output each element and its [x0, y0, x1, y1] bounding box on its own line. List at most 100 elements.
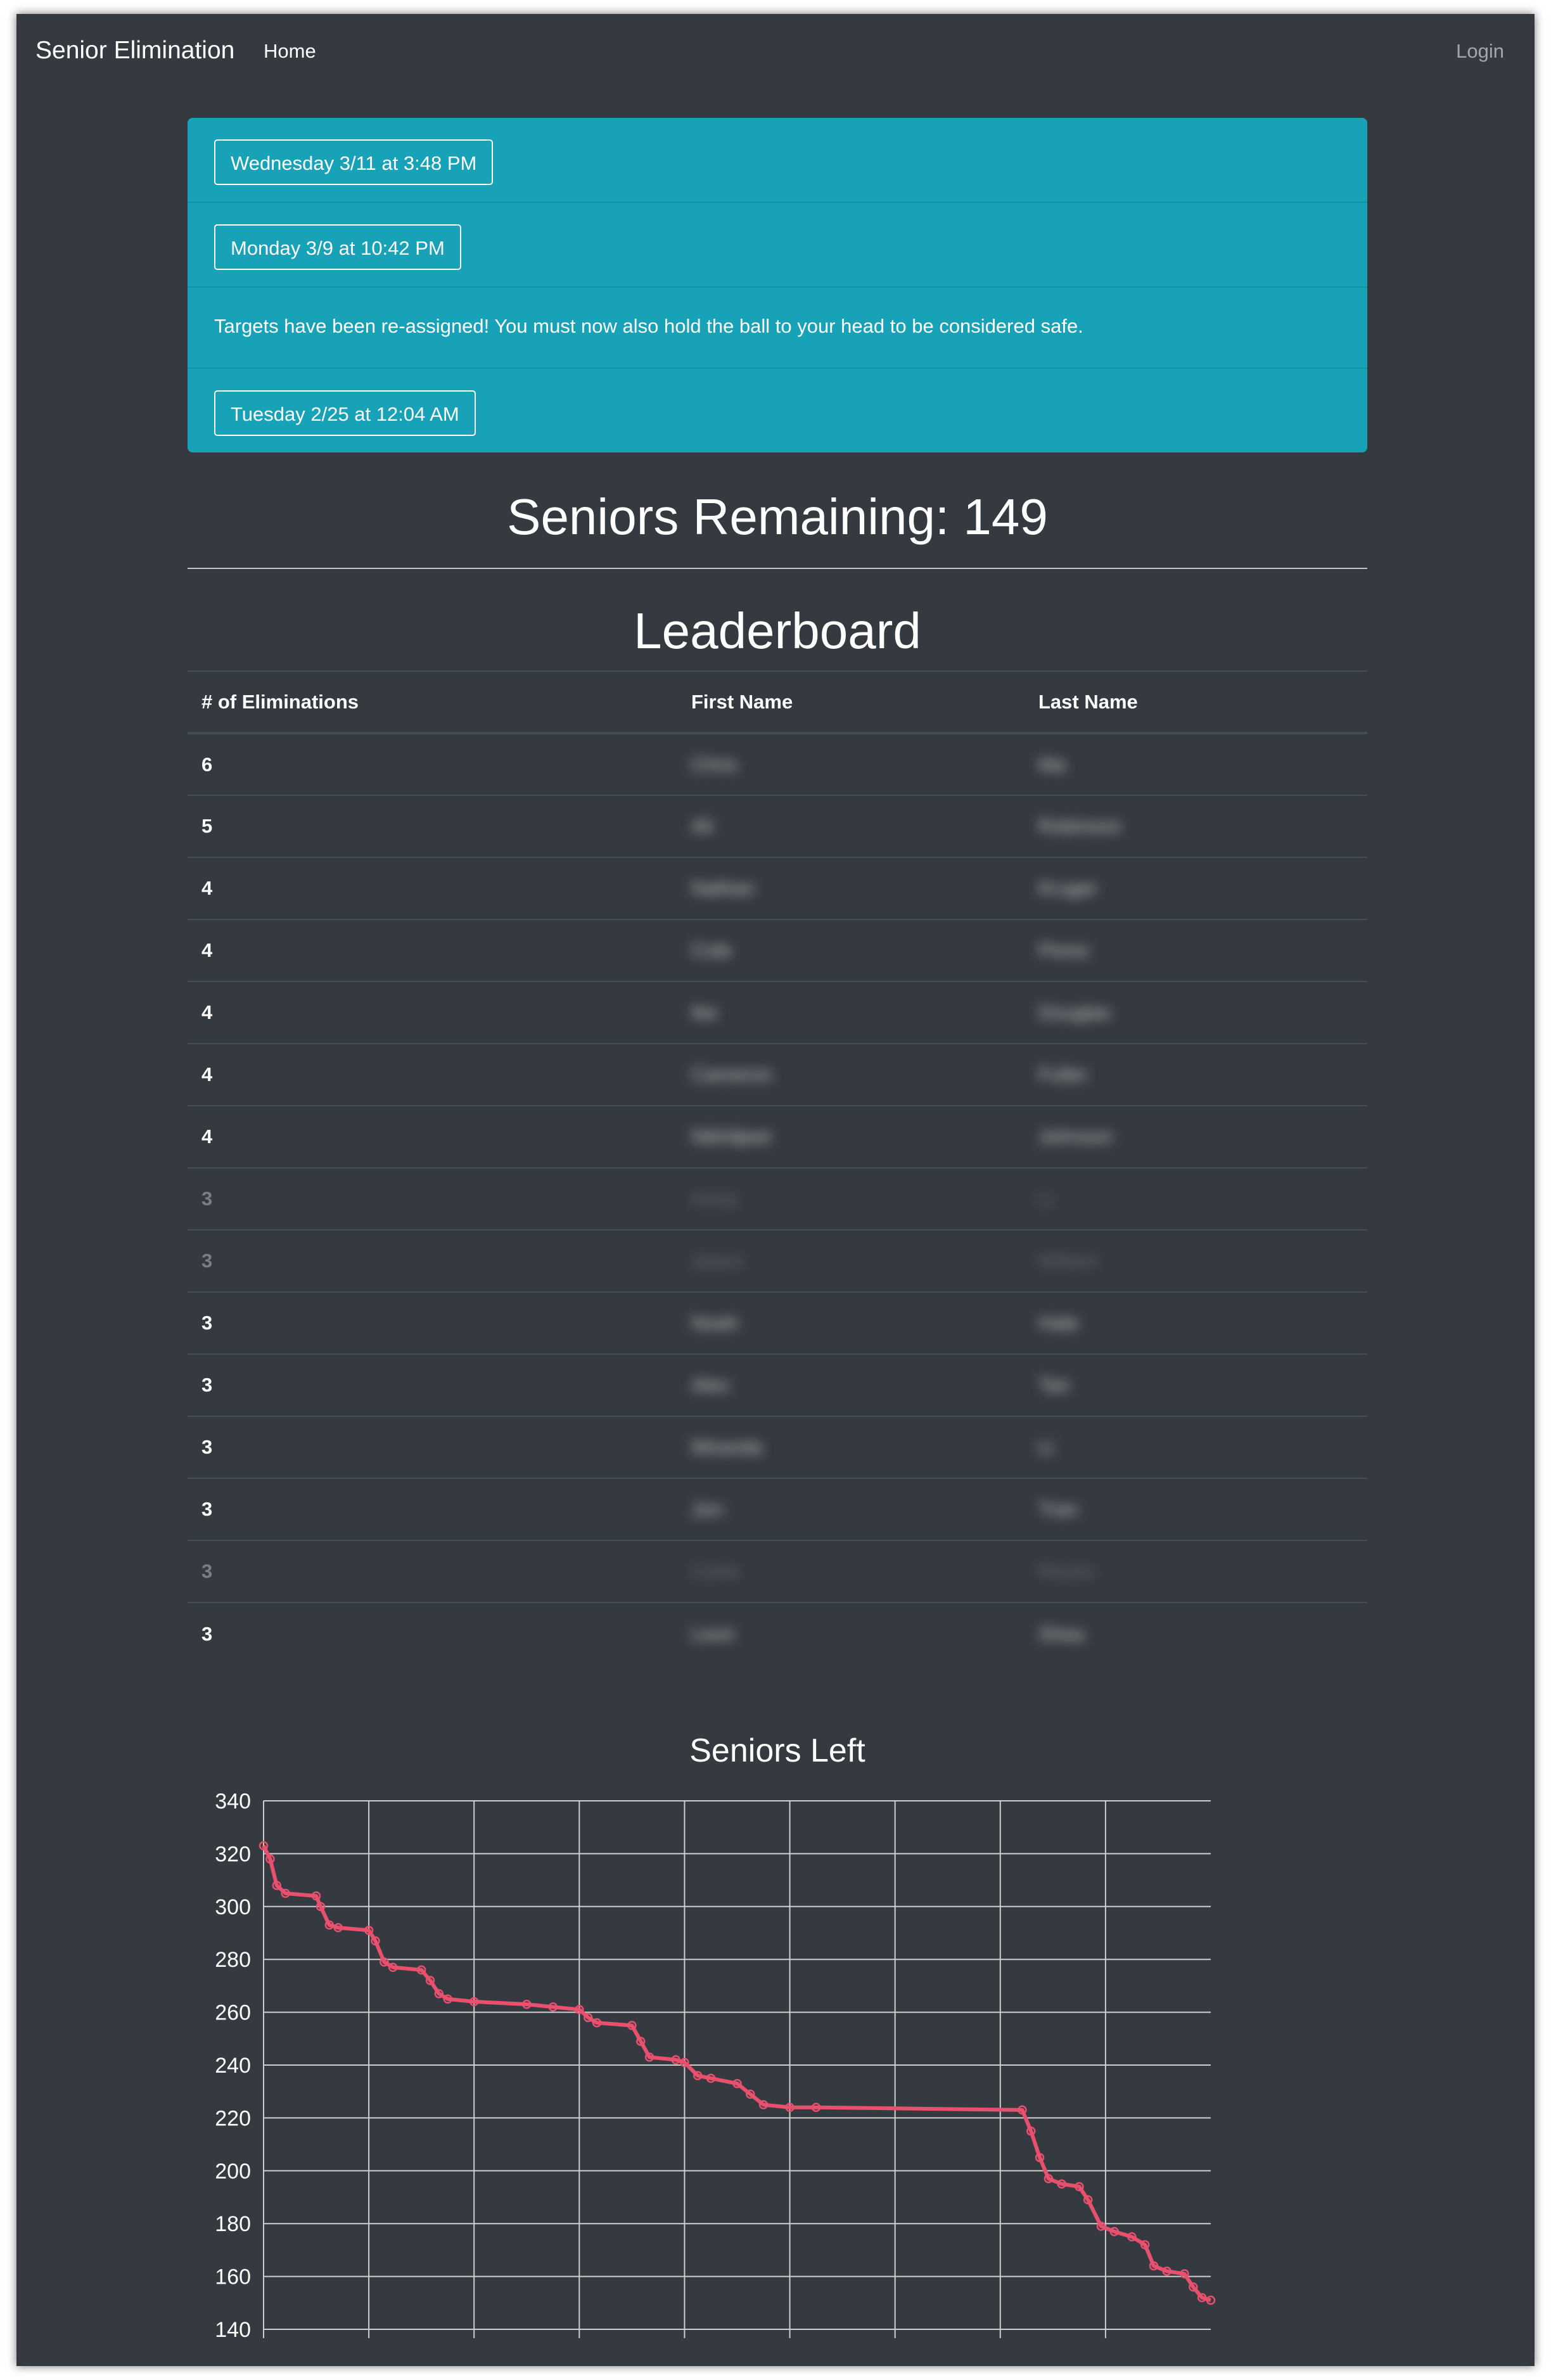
chart-x-tick-label: Mar 2: [552, 2343, 607, 2346]
cell-last-name: Robinson: [1024, 795, 1367, 857]
cell-eliminations: 6: [188, 733, 677, 795]
cell-last-name-text: Ma: [1038, 753, 1066, 776]
cell-last-name: Tran: [1024, 1478, 1367, 1540]
cell-first-name-text: Cole: [691, 939, 732, 961]
cell-eliminations: 3: [188, 1229, 677, 1292]
cell-last-name: Johnson: [1024, 1105, 1367, 1168]
announcement-message: Targets have been re-assigned! You must …: [214, 315, 1083, 337]
navbar-brand[interactable]: Senior Elimination: [35, 37, 234, 65]
chart-x-tick-label: Mar 4: [657, 2343, 712, 2346]
cell-first-name-text: Cameron: [691, 1063, 772, 1085]
cell-first-name: Miranda: [677, 1416, 1024, 1478]
cell-last-name: Ma: [1024, 733, 1367, 795]
chart-y-tick-label: 240: [215, 2054, 251, 2078]
cell-first-name: Anna: [677, 1167, 1024, 1230]
cell-first-name-text: Leon: [691, 1622, 735, 1645]
cell-last-name-text: Perez: [1038, 939, 1090, 961]
leaderboard-table: # of Eliminations First Name Last Name 6…: [188, 670, 1367, 1665]
cell-eliminations-text: 4: [201, 1001, 213, 1023]
cell-first-name: Cole: [677, 919, 1024, 982]
app-frame: Senior Elimination Home Login Wednesday …: [16, 14, 1535, 2366]
table-row: 4 Cole Perez: [188, 919, 1367, 982]
cell-last-name-text: Johnson: [1038, 1125, 1113, 1148]
header-eliminations: # of Eliminations: [188, 670, 677, 734]
table-row: 5 Ali Robinson: [188, 795, 1367, 857]
announcement-row: Tuesday 2/25 at 12:04 AM: [188, 369, 1367, 452]
navbar: Senior Elimination Home Login: [16, 14, 1535, 90]
cell-eliminations-text: 3: [201, 1374, 213, 1396]
leaderboard-title: Leaderboard: [634, 603, 921, 659]
cell-eliminations-text: 4: [201, 1063, 213, 1085]
announcement-date-button[interactable]: Wednesday 3/11 at 3:48 PM: [214, 139, 494, 185]
cell-last-name-text: Hale: [1038, 1312, 1079, 1334]
announcement-date-button[interactable]: Tuesday 2/25 at 12:04 AM: [214, 390, 476, 436]
cell-first-name-text: Miranda: [691, 1436, 762, 1458]
table-row: 3 Carla Reyes: [188, 1540, 1367, 1603]
header-last-name: Last Name: [1024, 670, 1367, 734]
announcement-row: Wednesday 3/11 at 3:48 PM: [188, 118, 1367, 203]
seniors-left-chart: Seniors Left 340 320 300 280 260 240 220 200 180 1…: [188, 1725, 1367, 2346]
cell-last-name-text: Wilson: [1038, 1250, 1098, 1272]
cell-last-name: Perez: [1024, 919, 1367, 982]
table-header-row: # of Eliminations First Name Last Name: [188, 670, 1367, 734]
table-row: 3 Anna Li: [188, 1167, 1367, 1230]
cell-first-name: Nikhiljeet: [677, 1105, 1024, 1168]
nav-home-link[interactable]: Home: [264, 40, 316, 63]
chart-x-tick-label: Feb 27: [335, 2343, 402, 2346]
chart-y-tick-label: 320: [215, 1842, 251, 1866]
cell-first-name-text: Chris: [691, 753, 737, 776]
cell-eliminations-text: 3: [201, 1622, 213, 1645]
cell-first-name: Ali: [677, 795, 1024, 857]
announcement-date-button[interactable]: Monday 3/9 at 10:42 PM: [214, 224, 461, 270]
chart-y-tick-label: 260: [215, 2001, 251, 2025]
cell-first-name-text: Carla: [691, 1560, 739, 1582]
cell-last-name-text: Tran: [1038, 1498, 1078, 1520]
chart-y-tick-label: 340: [215, 1789, 251, 1814]
table-row: 4 Ike Douglas: [188, 981, 1367, 1044]
cell-eliminations: 3: [188, 1167, 677, 1230]
cell-eliminations: 4: [188, 919, 677, 982]
chart-x-tick-label: Mar 10: [967, 2343, 1034, 2346]
cell-first-name: Jason: [677, 1229, 1024, 1292]
cell-eliminations-text: 5: [201, 815, 213, 837]
table-row: 4 Nikhiljeet Johnson: [188, 1105, 1367, 1168]
cell-last-name: Kruger: [1024, 857, 1367, 919]
cell-eliminations-text: 3: [201, 1560, 213, 1582]
cell-eliminations: 4: [188, 857, 677, 919]
cell-last-name: Hale: [1024, 1291, 1367, 1354]
main-container: Wednesday 3/11 at 3:48 PM Monday 3/9 at …: [188, 118, 1367, 1665]
nav-login-link[interactable]: Login: [1456, 40, 1504, 63]
cell-first-name-text: Noah: [691, 1312, 739, 1334]
table-row: 4 Cameron Fuller: [188, 1043, 1367, 1106]
seniors-remaining-heading: Seniors Remaining: 149: [507, 489, 1048, 545]
table-row: 6 Chris Ma: [188, 733, 1367, 795]
cell-eliminations: 3: [188, 1540, 677, 1603]
cell-eliminations-text: 3: [201, 1312, 213, 1334]
cell-last-name-text: Douglas: [1038, 1001, 1111, 1023]
cell-eliminations-text: 4: [201, 1125, 213, 1148]
cell-last-name: Shea: [1024, 1602, 1367, 1665]
cell-eliminations-text: 6: [201, 753, 213, 776]
chart-y-tick-label: 200: [215, 2159, 251, 2184]
cell-first-name-text: Nikhiljeet: [691, 1125, 771, 1148]
cell-eliminations-text: 3: [201, 1498, 213, 1520]
table-row: 3 Leon Shea: [188, 1602, 1367, 1665]
cell-eliminations-text: 4: [201, 939, 213, 961]
cell-first-name: Alex: [677, 1353, 1024, 1416]
cell-last-name: Li: [1024, 1167, 1367, 1230]
divider: [188, 568, 1367, 569]
table-row: 3 Jason Wilson: [188, 1229, 1367, 1292]
cell-last-name-text: Reyes: [1038, 1560, 1094, 1582]
cell-first-name: Carla: [677, 1540, 1024, 1603]
cell-first-name-text: Ali: [691, 815, 713, 837]
cell-eliminations: 3: [188, 1602, 677, 1665]
cell-last-name-text: Li: [1038, 1187, 1054, 1210]
announcement-row: Targets have been re-assigned! You must …: [188, 288, 1367, 369]
chart-y-tick-label: 140: [215, 2318, 251, 2342]
cell-last-name-text: Fuller: [1038, 1063, 1088, 1085]
cell-last-name: Li: [1024, 1416, 1367, 1478]
cell-last-name-text: Tan: [1038, 1374, 1070, 1396]
chart-y-tick-label: 180: [215, 2212, 251, 2236]
table-row: 3 Miranda Li: [188, 1416, 1367, 1478]
chart-y-tick-label: 280: [215, 1948, 251, 1972]
